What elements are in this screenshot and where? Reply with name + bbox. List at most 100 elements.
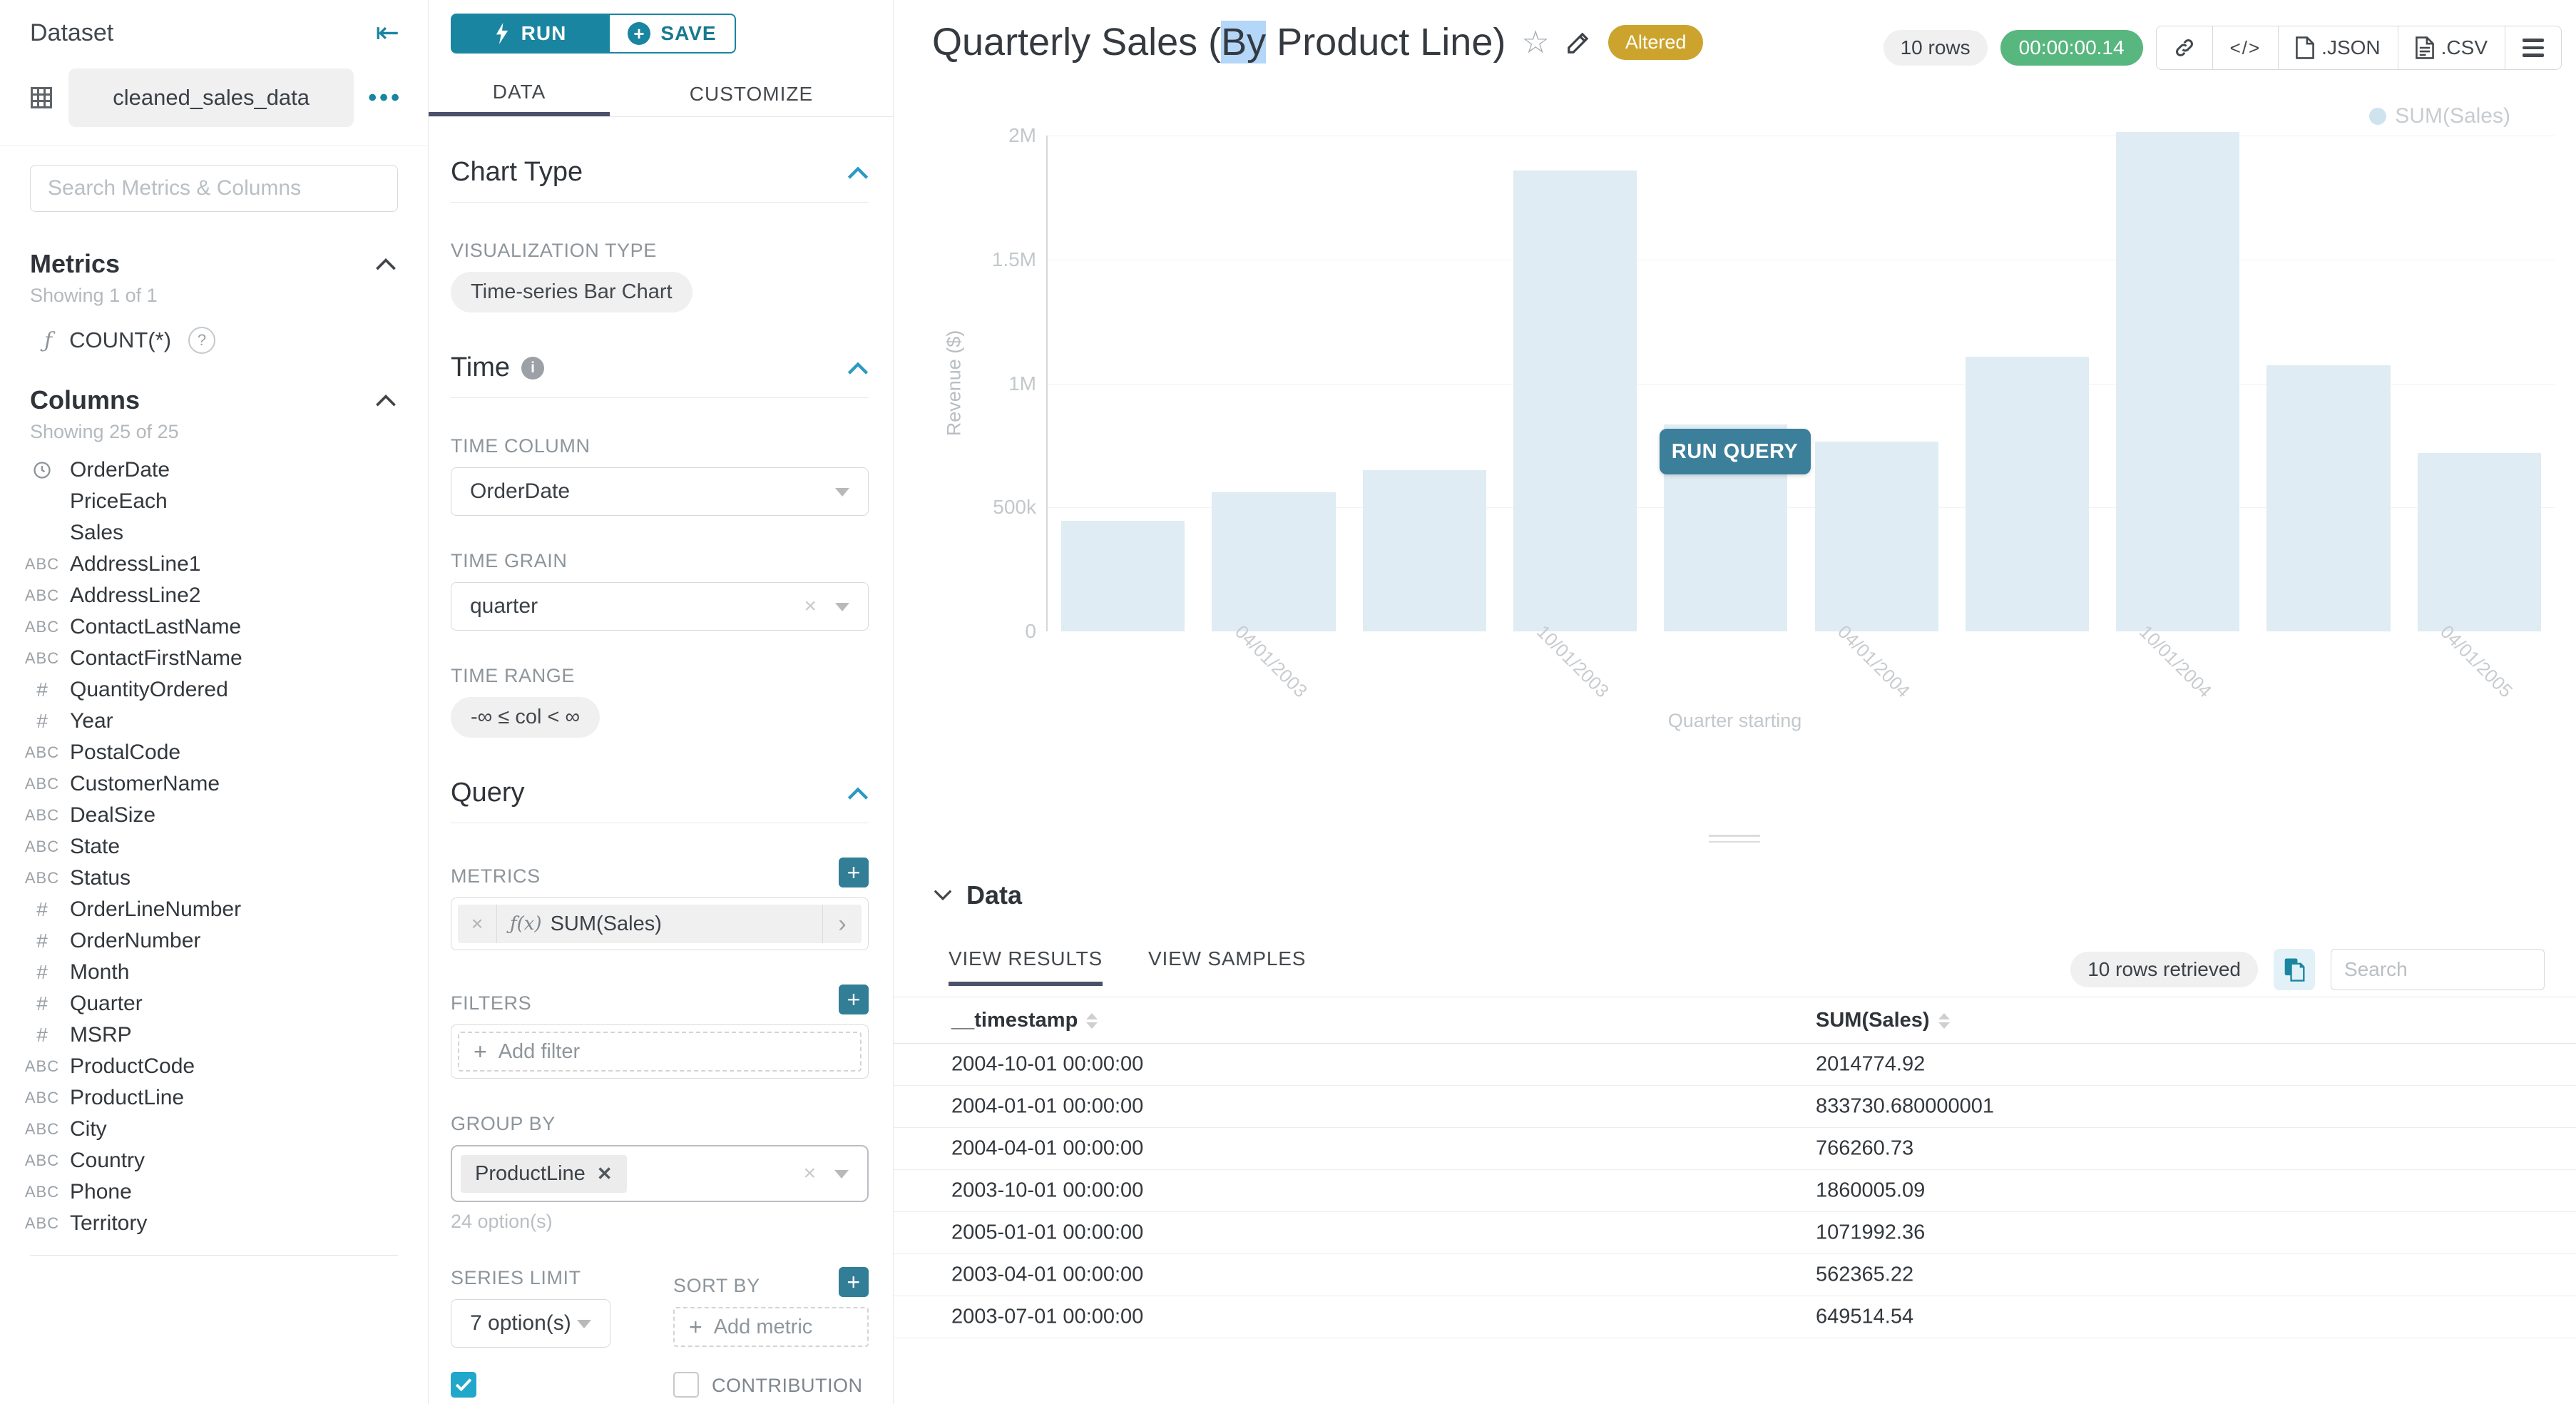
save-button[interactable]: + SAVE	[610, 14, 736, 54]
run-button[interactable]: RUN	[451, 14, 610, 54]
column-item-sales[interactable]: Sales	[0, 517, 428, 549]
add-filter-button[interactable]: +	[839, 985, 869, 1014]
group-by-chip[interactable]: ProductLine ✕	[461, 1155, 627, 1193]
column-item-productcode[interactable]: ABCProductCode	[0, 1051, 428, 1082]
table-row[interactable]: 2004-04-01 00:00:00766260.73	[894, 1128, 2576, 1170]
tab-data[interactable]: DATA	[429, 72, 610, 116]
time-range-value[interactable]: -∞ ≤ col < ∞	[451, 697, 600, 738]
embed-code-icon[interactable]: </>	[2213, 26, 2279, 69]
tab-view-samples[interactable]: VIEW SAMPLES	[1148, 947, 1306, 986]
add-filter-dropzone[interactable]: + Add filter	[458, 1032, 862, 1072]
column-header-sum-sales[interactable]: SUM(Sales)	[1816, 1009, 1950, 1032]
add-sort-metric-dropzone[interactable]: + Add metric	[673, 1307, 869, 1347]
group-by-select[interactable]: ProductLine ✕ ×	[451, 1145, 869, 1202]
copy-data-icon[interactable]	[2274, 949, 2315, 990]
sort-descending-checkbox[interactable]	[451, 1372, 476, 1398]
column-item-customername[interactable]: ABCCustomerName	[0, 768, 428, 800]
search-input[interactable]	[31, 176, 397, 200]
column-item-quarter[interactable]: #Quarter	[0, 988, 428, 1019]
dataset-name[interactable]: cleaned_sales_data	[68, 68, 354, 127]
remove-metric-icon[interactable]: ×	[458, 905, 497, 943]
column-item-addressline1[interactable]: ABCAddressLine1	[0, 549, 428, 580]
column-item-addressline2[interactable]: ABCAddressLine2	[0, 580, 428, 611]
run-query-button[interactable]: RUN QUERY	[1660, 429, 1811, 474]
help-icon[interactable]: ?	[188, 327, 215, 354]
remove-chip-icon[interactable]: ✕	[597, 1163, 613, 1185]
export-json-button[interactable]: .JSON	[2279, 26, 2398, 69]
collapse-sidebar-icon[interactable]: ⇤	[375, 19, 399, 47]
tab-customize[interactable]: CUSTOMIZE	[610, 72, 893, 116]
more-menu-icon[interactable]	[2505, 26, 2561, 69]
chevron-up-icon[interactable]	[847, 166, 869, 179]
results-search-input[interactable]	[2331, 958, 2544, 981]
chart-legend[interactable]: SUM(Sales)	[2369, 104, 2510, 128]
dataset-more-icon[interactable]: •••	[368, 84, 402, 112]
x-axis-tick: 04/01/2004	[1833, 621, 1914, 702]
chevron-up-icon[interactable]	[847, 787, 869, 800]
bar[interactable]	[1815, 442, 1938, 631]
add-metric-button[interactable]: +	[839, 858, 869, 887]
clear-icon[interactable]: ×	[804, 594, 817, 619]
series-limit-select[interactable]: 7 option(s)	[451, 1299, 610, 1348]
column-header-timestamp[interactable]: __timestamp	[951, 1009, 1098, 1032]
export-csv-button[interactable]: .CSV	[2398, 26, 2505, 69]
clear-icon[interactable]: ×	[803, 1161, 816, 1186]
column-item-productline[interactable]: ABCProductLine	[0, 1082, 428, 1114]
column-item-state[interactable]: ABCState	[0, 831, 428, 863]
column-item-orderdate[interactable]: OrderDate	[0, 454, 428, 486]
column-item-dealsize[interactable]: ABCDealSize	[0, 800, 428, 831]
chevron-up-icon[interactable]	[375, 394, 397, 407]
column-item-priceeach[interactable]: PriceEach	[0, 486, 428, 517]
chevron-up-icon[interactable]	[847, 362, 869, 375]
time-column-select[interactable]: OrderDate	[451, 467, 869, 516]
metric-item[interactable]: ƒ COUNT(*) ?	[0, 307, 428, 354]
table-row[interactable]: 2004-10-01 00:00:002014774.92	[894, 1044, 2576, 1086]
column-item-quantityordered[interactable]: #QuantityOrdered	[0, 674, 428, 706]
column-item-msrp[interactable]: #MSRP	[0, 1019, 428, 1051]
column-item-year[interactable]: #Year	[0, 706, 428, 737]
number-type-icon: #	[14, 678, 70, 701]
bar[interactable]	[1212, 492, 1335, 631]
table-row[interactable]: 2005-01-01 00:00:001071992.36	[894, 1212, 2576, 1254]
bar[interactable]	[1061, 521, 1185, 631]
bar[interactable]	[1966, 357, 2089, 632]
time-grain-select[interactable]: quarter ×	[451, 582, 869, 631]
info-icon[interactable]: i	[521, 357, 544, 380]
column-item-postalcode[interactable]: ABCPostalCode	[0, 737, 428, 768]
panel-resize-handle[interactable]	[1709, 835, 1760, 847]
table-row[interactable]: 2004-01-01 00:00:00833730.680000001	[894, 1086, 2576, 1128]
edit-title-icon[interactable]	[1565, 29, 1593, 56]
column-item-phone[interactable]: ABCPhone	[0, 1176, 428, 1208]
table-row[interactable]: 2003-10-01 00:00:001860005.09	[894, 1170, 2576, 1212]
bar[interactable]	[1363, 470, 1486, 631]
column-item-territory[interactable]: ABCTerritory	[0, 1208, 428, 1239]
bar[interactable]	[2116, 132, 2239, 631]
contribution-checkbox[interactable]	[673, 1372, 699, 1398]
bar[interactable]	[2418, 453, 2541, 631]
table-row[interactable]: 2003-07-01 00:00:00649514.54	[894, 1296, 2576, 1338]
column-item-ordernumber[interactable]: #OrderNumber	[0, 925, 428, 957]
results-search[interactable]	[2331, 949, 2545, 990]
share-link-icon[interactable]	[2157, 26, 2213, 69]
tab-view-results[interactable]: VIEW RESULTS	[949, 947, 1103, 986]
bar[interactable]	[2266, 365, 2390, 631]
column-item-contactfirstname[interactable]: ABCContactFirstName	[0, 643, 428, 674]
favorite-star-icon[interactable]: ☆	[1521, 24, 1549, 61]
data-section-toggle[interactable]: Data	[934, 880, 1022, 910]
chevron-up-icon[interactable]	[375, 258, 397, 270]
column-item-city[interactable]: ABCCity	[0, 1114, 428, 1145]
table-row[interactable]: 2003-04-01 00:00:00562365.22	[894, 1254, 2576, 1296]
column-item-orderlinenumber[interactable]: #OrderLineNumber	[0, 894, 428, 925]
visualization-type-value[interactable]: Time-series Bar Chart	[451, 272, 692, 312]
bar[interactable]	[1513, 171, 1637, 631]
altered-badge[interactable]: Altered	[1608, 25, 1704, 60]
metrics-columns-search[interactable]	[30, 165, 398, 212]
expand-metric-icon[interactable]: ›	[822, 905, 862, 943]
column-item-contactlastname[interactable]: ABCContactLastName	[0, 611, 428, 643]
column-item-country[interactable]: ABCCountry	[0, 1145, 428, 1176]
add-sort-metric-button[interactable]: +	[839, 1267, 869, 1297]
metric-chip[interactable]: × ƒ(x) SUM(Sales) ›	[458, 905, 862, 943]
chart-title[interactable]: Quarterly Sales (By Product Line)	[932, 20, 1506, 64]
column-item-status[interactable]: ABCStatus	[0, 863, 428, 894]
column-item-month[interactable]: #Month	[0, 957, 428, 988]
